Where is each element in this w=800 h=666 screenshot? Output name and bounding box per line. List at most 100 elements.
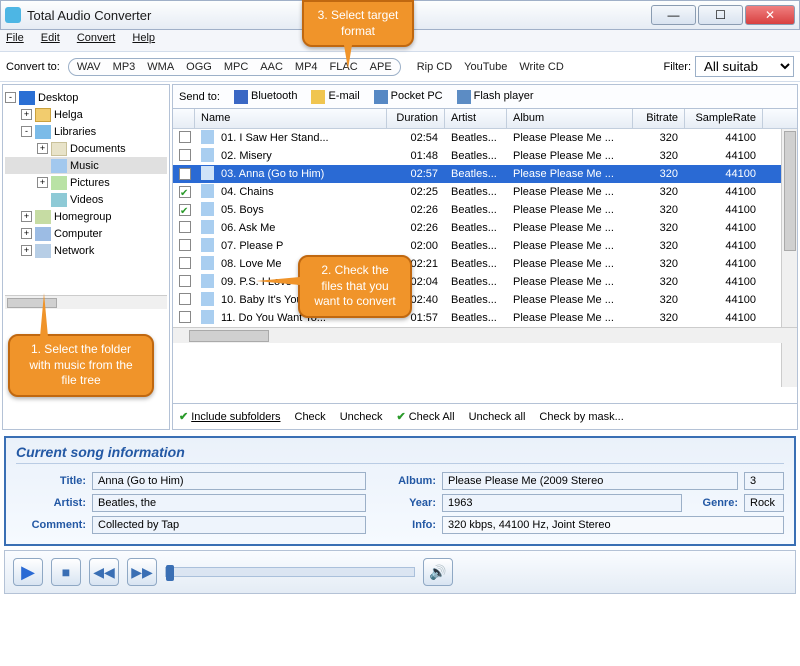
format-ogg[interactable]: OGG [186, 61, 212, 73]
comment-field[interactable]: Collected by Tap [92, 516, 366, 534]
song-info-heading: Current song information [16, 444, 784, 464]
menu-help[interactable]: Help [132, 32, 155, 44]
cell-album: Please Please Me ... [507, 221, 633, 235]
track-field[interactable]: 3 [744, 472, 784, 490]
row-checkbox[interactable] [179, 204, 191, 216]
file-row[interactable]: 11. Do You Want To...01:57Beatles...Plea… [173, 309, 797, 327]
tree-item-network[interactable]: +Network [5, 242, 167, 259]
audio-file-icon [201, 166, 215, 180]
row-checkbox[interactable] [179, 186, 191, 198]
format-ape[interactable]: APE [370, 61, 392, 73]
checkall-button[interactable]: ✔Check All [396, 410, 454, 423]
row-checkbox[interactable] [179, 257, 191, 269]
tree-item-homegroup[interactable]: +Homegroup [5, 208, 167, 225]
include-subfolders-button[interactable]: ✔Include subfolders [179, 410, 281, 423]
sendto-bluetooth[interactable]: Bluetooth [234, 90, 297, 102]
grid-header[interactable]: Name Duration Artist Album Bitrate Sampl… [173, 109, 797, 129]
tree-scrollbar[interactable] [5, 295, 167, 309]
artist-field[interactable]: Beatles, the [92, 494, 366, 512]
col-bitrate[interactable]: Bitrate [633, 109, 685, 128]
tree-item-documents[interactable]: +Documents [5, 140, 167, 157]
format-mp4[interactable]: MP4 [295, 61, 318, 73]
cell-album: Please Please Me ... [507, 257, 633, 271]
tree-item-computer[interactable]: +Computer [5, 225, 167, 242]
tree-item-helga[interactable]: +Helga [5, 106, 167, 123]
toolbar-rip-cd[interactable]: Rip CD [417, 61, 452, 73]
file-row[interactable]: 08. Love Me02:21Beatles...Please Please … [173, 255, 797, 273]
expand-icon[interactable]: + [21, 228, 32, 239]
cell-bitrate: 320 [633, 275, 685, 289]
seek-bar[interactable] [165, 567, 415, 577]
expand-icon[interactable]: + [21, 211, 32, 222]
menu-edit[interactable]: Edit [41, 32, 60, 44]
expand-icon[interactable]: - [21, 126, 32, 137]
row-checkbox[interactable] [179, 293, 191, 305]
check-by-mask-button[interactable]: Check by mask... [539, 411, 623, 423]
sendto-flash-player[interactable]: Flash player [457, 90, 534, 102]
tree-item-pictures[interactable]: +Pictures [5, 174, 167, 191]
album-field[interactable]: Please Please Me (2009 Stereo [442, 472, 738, 490]
row-checkbox[interactable] [179, 168, 191, 180]
expand-icon[interactable]: + [37, 177, 48, 188]
title-field[interactable]: Anna (Go to Him) [92, 472, 366, 490]
col-name[interactable]: Name [195, 109, 387, 128]
file-row[interactable]: 01. I Saw Her Stand...02:54Beatles...Ple… [173, 129, 797, 147]
row-checkbox[interactable] [179, 275, 191, 287]
tree-label: Music [70, 160, 99, 172]
vertical-scrollbar[interactable] [781, 129, 797, 387]
expand-icon[interactable]: + [37, 143, 48, 154]
row-checkbox[interactable] [179, 311, 191, 323]
file-row[interactable]: 05. Boys02:26Beatles...Please Please Me … [173, 201, 797, 219]
col-album[interactable]: Album [507, 109, 633, 128]
year-field[interactable]: 1963 [442, 494, 682, 512]
menu-file[interactable]: File [6, 32, 24, 44]
expand-icon[interactable]: + [21, 109, 32, 120]
expand-icon[interactable]: - [5, 92, 16, 103]
filter-select[interactable]: All suitab [695, 56, 794, 77]
cell-album: Please Please Me ... [507, 311, 633, 325]
format-wav[interactable]: WAV [77, 61, 101, 73]
row-checkbox[interactable] [179, 239, 191, 251]
close-button[interactable]: ✕ [745, 5, 795, 25]
sendto-e-mail[interactable]: E-mail [311, 90, 359, 102]
tree-item-videos[interactable]: Videos [5, 191, 167, 208]
file-row[interactable]: 02. Misery01:48Beatles...Please Please M… [173, 147, 797, 165]
uncheck-button[interactable]: Uncheck [340, 411, 383, 423]
file-row[interactable]: 03. Anna (Go to Him)02:57Beatles...Pleas… [173, 165, 797, 183]
rewind-button[interactable]: ◀◀ [89, 558, 119, 586]
file-row[interactable]: 06. Ask Me02:26Beatles...Please Please M… [173, 219, 797, 237]
format-aac[interactable]: AAC [260, 61, 283, 73]
format-mpc[interactable]: MPC [224, 61, 248, 73]
uncheckall-button[interactable]: Uncheck all [469, 411, 526, 423]
format-wma[interactable]: WMA [147, 61, 174, 73]
row-checkbox[interactable] [179, 221, 191, 233]
col-duration[interactable]: Duration [387, 109, 445, 128]
file-row[interactable]: 04. Chains02:25Beatles...Please Please M… [173, 183, 797, 201]
stop-button[interactable]: ■ [51, 558, 81, 586]
check-button[interactable]: Check [295, 411, 326, 423]
menu-convert[interactable]: Convert [77, 32, 116, 44]
tree-item-libraries[interactable]: -Libraries [5, 123, 167, 140]
tree-item-music[interactable]: Music [5, 157, 167, 174]
format-mp3[interactable]: MP3 [113, 61, 136, 73]
expand-icon[interactable]: + [21, 245, 32, 256]
lib-icon [35, 125, 51, 139]
row-checkbox[interactable] [179, 149, 191, 161]
toolbar-write-cd[interactable]: Write CD [519, 61, 563, 73]
horizontal-scrollbar[interactable] [173, 327, 797, 343]
forward-button[interactable]: ▶▶ [127, 558, 157, 586]
tree-item-desktop[interactable]: -Desktop [5, 89, 167, 106]
volume-button[interactable]: 🔊 [423, 558, 453, 586]
play-button[interactable]: ▶ [13, 558, 43, 586]
file-row[interactable]: 10. Baby It's You02:40Beatles...Please P… [173, 291, 797, 309]
col-artist[interactable]: Artist [445, 109, 507, 128]
row-checkbox[interactable] [179, 131, 191, 143]
cell-name: 05. Boys [215, 203, 387, 217]
col-samplerate[interactable]: SampleRate [685, 109, 763, 128]
maximize-button[interactable]: ☐ [698, 5, 743, 25]
sendto-pocket-pc[interactable]: Pocket PC [374, 90, 443, 102]
file-row[interactable]: 07. Please P02:00Beatles...Please Please… [173, 237, 797, 255]
minimize-button[interactable]: — [651, 5, 696, 25]
genre-field[interactable]: Rock [744, 494, 784, 512]
toolbar-youtube[interactable]: YouTube [464, 61, 507, 73]
